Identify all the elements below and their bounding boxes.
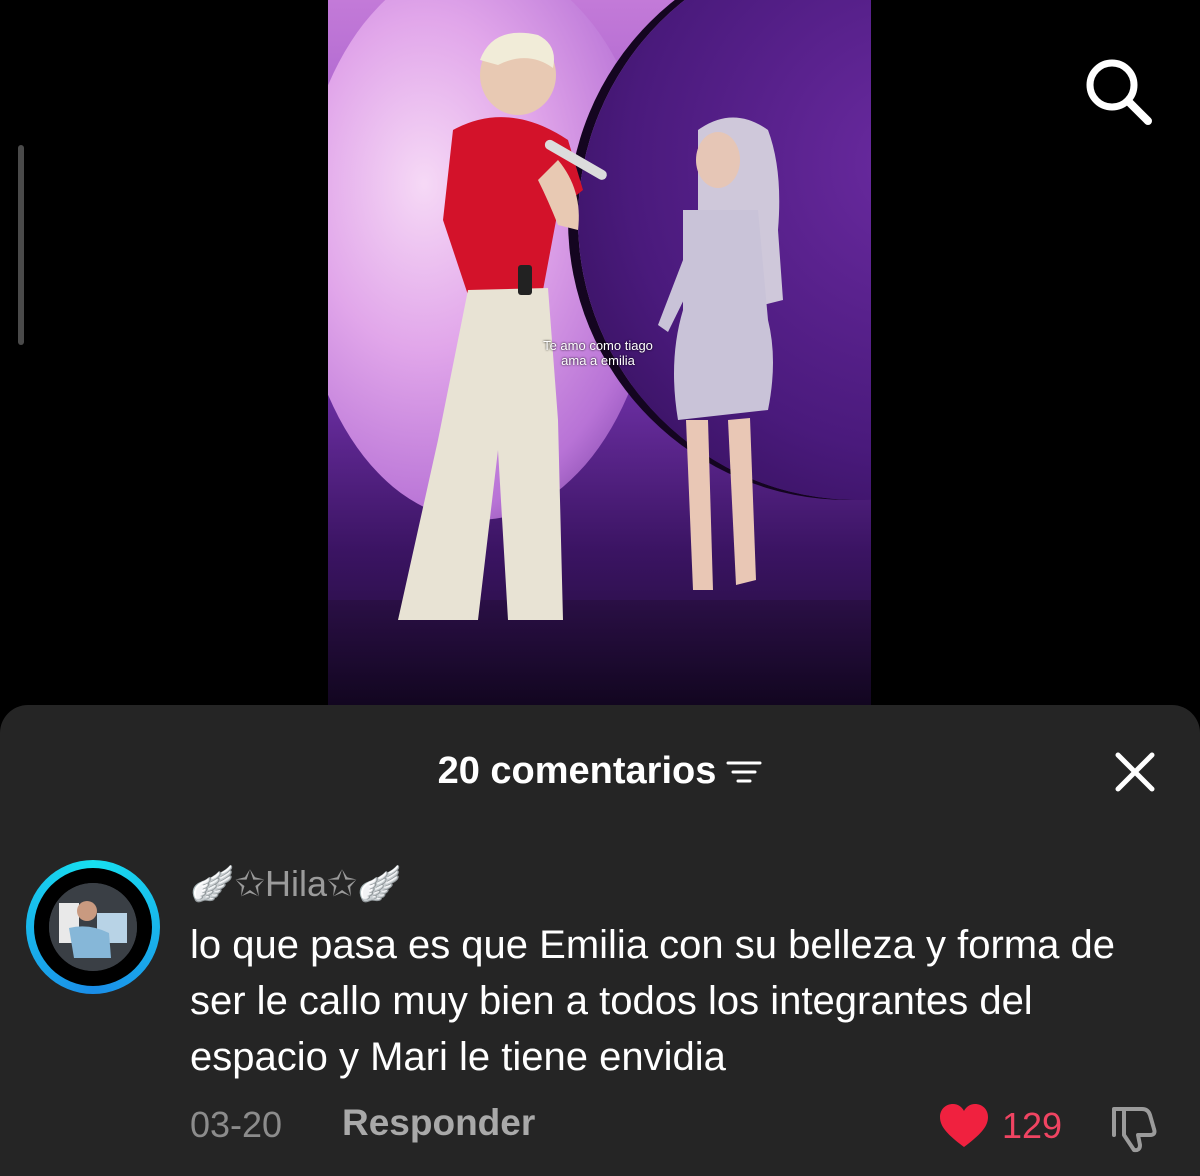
close-icon[interactable] [1110, 747, 1160, 797]
scroll-indicator[interactable] [18, 145, 24, 345]
comment-date: 03-20 [190, 1104, 283, 1145]
avatar-image [49, 883, 137, 971]
like-count: 129 [1002, 1105, 1063, 1146]
video-caption: Te amo como tiago ama a emilia [528, 338, 668, 368]
thumbs-down-icon[interactable] [1108, 1105, 1160, 1153]
avatar-inner [34, 868, 152, 986]
video-caption-line2: ama a emilia [561, 353, 635, 368]
comment-username[interactable]: 🪽✩Hila✩🪽 [190, 863, 402, 905]
avatar[interactable] [26, 860, 160, 994]
avatar-photo [49, 883, 137, 971]
performer-woman [658, 117, 783, 590]
video-caption-line1: Te amo como tiago [543, 338, 653, 353]
comment-text: lo que pasa es que Emilia con su belleza… [190, 923, 1115, 1079]
search-icon[interactable] [1082, 55, 1154, 127]
comments-sheet: 20 comentarios 🪽✩Hila✩🪽 lo que pasa es q… [0, 705, 1200, 1176]
like-button[interactable]: 129 [938, 1103, 1062, 1149]
performer-man [398, 32, 607, 620]
heart-icon[interactable] [938, 1103, 990, 1149]
comments-count-title: 20 comentarios [437, 750, 717, 792]
comments-header: 20 comentarios [0, 750, 1200, 793]
video-area[interactable]: Te amo como tiago ama a emilia [0, 0, 1200, 705]
filter-icon[interactable] [726, 757, 762, 787]
reply-button[interactable]: Responder [342, 1102, 535, 1144]
video-frame[interactable]: Te amo como tiago ama a emilia [328, 0, 871, 705]
